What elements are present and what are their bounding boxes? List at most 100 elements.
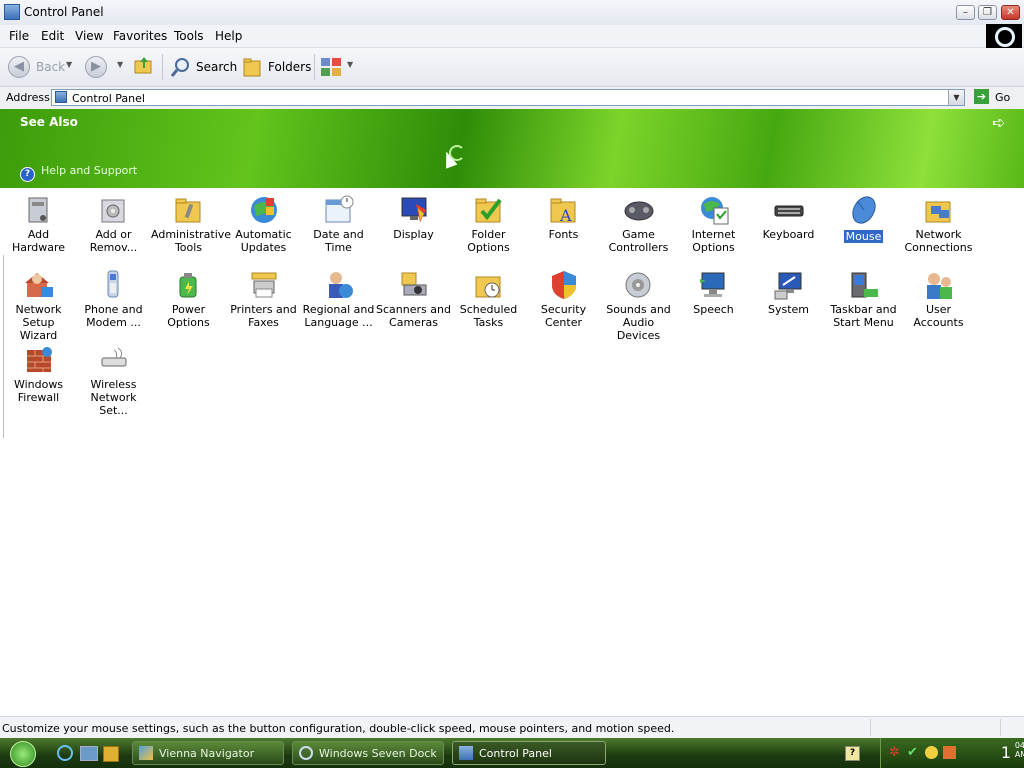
cp-item-keyboard[interactable]: Keyboard xyxy=(751,190,826,241)
security-shield-icon[interactable] xyxy=(943,746,956,759)
messenger-icon[interactable] xyxy=(925,746,938,759)
svg-text:A: A xyxy=(559,206,572,225)
cp-item-network-setup-wizard[interactable]: Network Setup Wizard xyxy=(1,265,76,342)
cp-item-speech[interactable]: Speech xyxy=(676,265,751,316)
cp-item-label-line2: Language ... xyxy=(304,316,373,329)
folders-icon xyxy=(243,58,261,77)
cp-item-label: Printers and xyxy=(230,303,297,316)
taskbar-button-vienna-navigator[interactable]: Vienna Navigator xyxy=(132,741,284,765)
cp-item-label-line2: Start Menu xyxy=(833,316,894,329)
control-panel-small-icon xyxy=(55,91,67,103)
media-player-icon[interactable] xyxy=(103,746,119,762)
cp-item-power-options[interactable]: Power Options xyxy=(151,265,226,329)
busy-indicator-icon xyxy=(449,145,465,161)
cp-item-label: Windows xyxy=(13,378,64,391)
menu-help[interactable]: Help xyxy=(215,29,242,43)
cp-item-game-controllers[interactable]: Game Controllers xyxy=(601,190,676,254)
back-button[interactable]: ◀ Back ▼ xyxy=(8,54,78,80)
go-button[interactable]: ➔ Go xyxy=(970,89,1020,106)
address-input[interactable]: Control Panel ▼ xyxy=(51,89,965,106)
cp-item-regional-language[interactable]: Regional and Language ... xyxy=(301,265,376,329)
phone-modem-icon xyxy=(98,269,130,301)
search-button[interactable]: Search xyxy=(170,54,237,80)
views-button[interactable]: ▼ xyxy=(320,54,356,80)
menu-tools[interactable]: Tools xyxy=(174,29,204,43)
network-icon[interactable]: ✲ xyxy=(889,746,903,760)
cp-item-label-line2: Network Set... xyxy=(90,391,137,417)
address-bar: Address Control Panel ▼ ➔ Go xyxy=(0,87,1024,110)
cp-item-user-accounts[interactable]: User Accounts xyxy=(901,265,976,329)
cp-item-internet-options[interactable]: Internet Options xyxy=(676,190,751,254)
printers-faxes-icon xyxy=(248,269,280,301)
cp-item-taskbar-start-menu[interactable]: Taskbar and Start Menu xyxy=(826,265,901,329)
help-and-support-link[interactable]: ? Help and Support xyxy=(20,164,137,182)
cp-item-scheduled-tasks[interactable]: Scheduled Tasks xyxy=(451,265,526,329)
cp-item-label-line2: Tools xyxy=(174,241,203,254)
regional-language-icon xyxy=(323,269,355,301)
up-folder-button[interactable] xyxy=(133,54,155,80)
scanners-cameras-icon xyxy=(398,269,430,301)
system-icon xyxy=(773,269,805,301)
cp-item-add-remove-programs[interactable]: Add or Remov... xyxy=(76,190,151,254)
cp-item-system[interactable]: System xyxy=(751,265,826,316)
windows-seven-dock-icon xyxy=(299,746,313,760)
window-title: Control Panel xyxy=(24,5,104,19)
cp-item-automatic-updates[interactable]: Automatic Updates xyxy=(226,190,301,254)
cp-item-network-connections[interactable]: Network Connections xyxy=(901,190,976,254)
cp-item-label-line2: Firewall xyxy=(17,391,60,404)
menu-favorites[interactable]: Favorites xyxy=(113,29,167,43)
taskbar-button-control-panel[interactable]: Control Panel xyxy=(452,741,606,765)
taskbar-button-windows-seven-dock[interactable]: Windows Seven Dock xyxy=(292,741,444,765)
add-remove-programs-icon xyxy=(98,194,130,226)
cp-item-date-time[interactable]: Date and Time xyxy=(301,190,376,254)
cp-item-wireless-network-setup[interactable]: Wireless Network Set... xyxy=(76,340,151,417)
cp-item-phone-modem[interactable]: Phone and Modem ... xyxy=(76,265,151,329)
cp-item-printers-faxes[interactable]: Printers and Faxes xyxy=(226,265,301,329)
cp-item-scanners-cameras[interactable]: Scanners and Cameras xyxy=(376,265,451,329)
cp-item-label: Scheduled xyxy=(459,303,518,316)
cp-item-sounds-audio[interactable]: Sounds and Audio Devices xyxy=(601,265,676,342)
cp-item-fonts[interactable]: A Fonts xyxy=(526,190,601,241)
power-options-icon xyxy=(173,269,205,301)
menu-file[interactable]: File xyxy=(9,29,29,43)
menu-bar: File Edit View Favorites Tools Help xyxy=(0,25,1024,48)
control-panel-icon xyxy=(4,4,20,20)
cp-item-label: Add or xyxy=(95,228,132,241)
cp-item-display[interactable]: Display xyxy=(376,190,451,241)
close-button[interactable]: ✕ xyxy=(1001,5,1020,20)
system-tray: ✲ ✔ 1 04 AM xyxy=(880,738,1024,768)
show-desktop-icon[interactable] xyxy=(80,746,98,761)
back-dropdown-icon: ▼ xyxy=(66,60,73,69)
address-label: Address xyxy=(6,91,50,104)
internet-explorer-icon[interactable] xyxy=(57,745,73,761)
minimize-button[interactable]: – xyxy=(956,5,975,20)
search-icon xyxy=(170,58,189,77)
cp-item-administrative-tools[interactable]: Administrative Tools xyxy=(151,190,231,254)
clock[interactable]: 1 04 AM xyxy=(1001,741,1024,762)
cp-item-add-hardware[interactable]: Add Hardware xyxy=(1,190,76,254)
cp-item-security-center[interactable]: Security Center xyxy=(526,265,601,329)
start-button[interactable] xyxy=(10,741,36,767)
forward-button[interactable]: ▶ ▼ xyxy=(85,54,125,80)
cp-item-windows-firewall[interactable]: Windows Firewall xyxy=(1,340,76,404)
safely-remove-icon[interactable]: ✔ xyxy=(907,746,921,760)
tray-help-icon[interactable]: ? xyxy=(845,746,860,761)
address-dropdown-icon[interactable]: ▼ xyxy=(948,90,964,105)
menu-edit[interactable]: Edit xyxy=(41,29,64,43)
cp-item-label: User Accounts xyxy=(913,303,964,329)
restore-button[interactable]: ❐ xyxy=(978,5,997,20)
cp-item-label: Scanners and xyxy=(376,303,451,316)
folder-options-icon xyxy=(473,194,505,226)
cp-item-label: Mouse xyxy=(843,230,884,243)
folders-button[interactable]: Folders xyxy=(242,54,311,80)
windows-firewall-icon xyxy=(23,344,55,376)
cp-item-folder-options[interactable]: Folder Options xyxy=(451,190,526,254)
cp-item-label: Wireless xyxy=(90,378,137,391)
taskbar: Vienna Navigator Windows Seven Dock Cont… xyxy=(0,738,1024,768)
menu-view[interactable]: View xyxy=(75,29,103,43)
forward-dropdown-icon: ▼ xyxy=(117,60,124,69)
control-panel-taskbar-icon xyxy=(459,746,473,760)
banner-arrow-icon[interactable]: ➪ xyxy=(992,115,1008,131)
cp-item-label: Sounds and xyxy=(606,303,671,316)
cp-item-mouse[interactable]: Mouse xyxy=(826,190,901,243)
